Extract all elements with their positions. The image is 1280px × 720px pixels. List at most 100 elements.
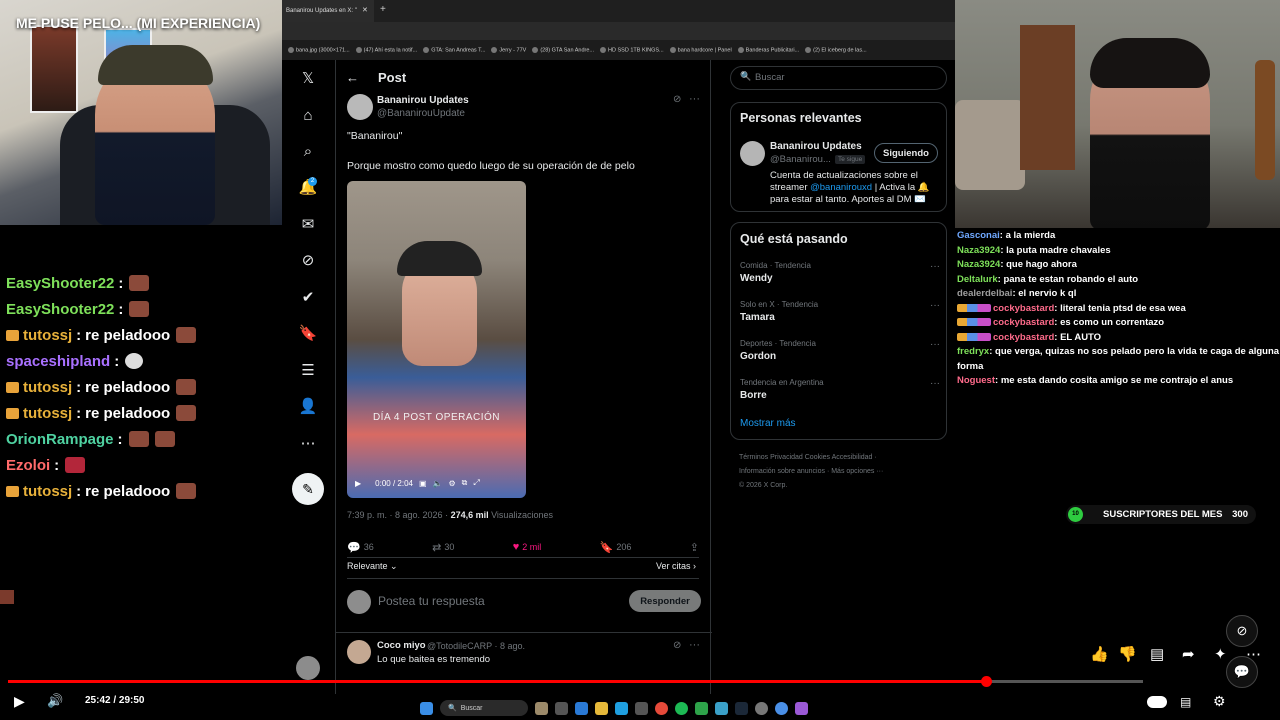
chat-username[interactable]: Gasconai (957, 230, 1000, 241)
tweet-timestamp[interactable]: 7:39 p. m. · 8 ago. 2026 · (347, 510, 451, 520)
play-icon[interactable]: ▶ (14, 693, 25, 710)
more-options-icon[interactable]: ··· (689, 93, 700, 105)
chat-username[interactable]: tutossj (23, 405, 72, 422)
chat-username[interactable]: Naza3924 (957, 245, 1000, 256)
app-icon[interactable] (775, 701, 788, 715)
bookmark-item[interactable]: (2) El iceberg de las... (805, 46, 867, 53)
bookmarks-icon[interactable]: 🔖 (292, 321, 324, 345)
tweet-video[interactable]: DÍA 4 POST OPERACIÓN ▶ 0:00 / 2:04 ▣ 🔈 ⚙… (347, 181, 526, 498)
x-logo-icon[interactable]: 𝕏 (292, 66, 324, 90)
chat-username[interactable]: cockybastard (993, 317, 1054, 328)
bookmark-item[interactable]: (47) Ahí esta la notif... (355, 46, 417, 53)
author-handle[interactable]: @BananirouUpdate (377, 108, 465, 119)
sort-replies-dropdown[interactable]: Relevante ⌄ (347, 561, 398, 572)
chat-username[interactable]: cockybastard (993, 303, 1054, 314)
app-icon[interactable] (635, 701, 648, 715)
comment-author-handle[interactable]: @TotodileCARP · 8 ago. (427, 641, 525, 651)
taskbar-search[interactable]: 🔍 Buscar (440, 700, 528, 716)
like-icon[interactable]: 👍 (1090, 645, 1109, 663)
bookmark-item[interactable]: bana hardcore | Panel (669, 46, 732, 53)
fullscreen-icon[interactable]: ⤢ (473, 478, 479, 488)
grok-icon[interactable]: ⊘ (673, 640, 681, 651)
more-options-icon[interactable]: ··· (930, 339, 940, 350)
spotify-icon[interactable] (675, 701, 688, 715)
search-icon[interactable]: ⌕ (292, 139, 324, 163)
trend-item[interactable]: Tendencia en Argentina Borre ··· (740, 378, 940, 401)
relevant-name[interactable]: Bananirou Updates (770, 141, 862, 152)
chat-username[interactable]: Ezoloi (6, 457, 50, 474)
sparkle-icon[interactable]: ✦ (1214, 645, 1227, 663)
more-options-icon[interactable]: ··· (930, 300, 940, 311)
app-icon[interactable] (695, 701, 708, 715)
app-icon[interactable] (795, 701, 808, 715)
show-more-link[interactable]: Mostrar más (740, 418, 796, 429)
comment-author-name[interactable]: Coco miyo (377, 640, 426, 651)
app-icon[interactable] (715, 701, 728, 715)
author-name[interactable]: Bananirou Updates (377, 95, 469, 106)
edge-icon[interactable] (615, 701, 628, 715)
chat-username[interactable]: Naza3924 (957, 259, 1000, 270)
chat-username[interactable]: OrionRampage (6, 431, 114, 448)
dislike-icon[interactable]: 👎 (1118, 645, 1137, 663)
more-icon[interactable]: ⋯ (292, 431, 324, 455)
bookmark-item[interactable]: Jerry - 77V (491, 46, 526, 53)
address-bar[interactable] (282, 22, 955, 40)
author-avatar[interactable] (347, 94, 373, 120)
lists-icon[interactable]: ☰ (292, 358, 324, 382)
chat-username[interactable]: Deltalurk (957, 274, 998, 285)
relevant-avatar[interactable] (740, 141, 765, 166)
chat-username[interactable]: cockybastard (993, 332, 1054, 343)
settings-icon[interactable]: ⚙ (1213, 693, 1226, 710)
volume-icon[interactable]: 🔊 (47, 693, 63, 709)
close-icon[interactable]: ✕ (362, 6, 368, 14)
footer-links[interactable]: Términos Privacidad Cookies Accesibilida… (739, 454, 877, 461)
chat-username[interactable]: Noguest (957, 375, 995, 386)
sponsor-icon[interactable]: ⊘ (1226, 615, 1258, 647)
view-quotes-link[interactable]: Ver citas › (656, 561, 696, 571)
repost-button[interactable]: ⇄ 30 (432, 540, 454, 554)
progress-scrubber[interactable] (980, 676, 992, 687)
captions-icon[interactable]: ▤ (1180, 695, 1191, 709)
app-icon[interactable] (755, 701, 768, 715)
like-button[interactable]: ♥ 2 mil (513, 540, 542, 554)
steam-icon[interactable] (735, 701, 748, 715)
more-options-icon[interactable]: ··· (689, 639, 700, 651)
chrome-icon[interactable] (655, 701, 668, 715)
bookmark-item[interactable]: bana.jpg (3000×171... (288, 46, 350, 53)
chat-username[interactable]: tutossj (23, 483, 72, 500)
profile-icon[interactable]: 👤 (292, 394, 324, 418)
volume-icon[interactable]: 🔈 (433, 479, 443, 488)
chat-username[interactable]: fredryx (957, 346, 989, 357)
communities-icon[interactable]: ✔ (292, 285, 324, 309)
chat-username[interactable]: tutossj (23, 379, 72, 396)
reply-button[interactable]: 💬 36 (347, 540, 374, 554)
reply-submit-button[interactable]: Responder (629, 590, 701, 612)
bookmark-item[interactable]: Banderas Publicitari... (737, 46, 799, 53)
relevant-handle[interactable]: @Bananirou... (770, 154, 831, 165)
chat-username[interactable]: tutossj (23, 327, 72, 344)
bookmark-button[interactable]: 🔖 206 (600, 540, 632, 554)
task-view-icon[interactable] (555, 701, 568, 715)
trend-item[interactable]: Comida · Tendencia Wendy ··· (740, 261, 940, 284)
chat-username[interactable]: EasyShooter22 (6, 275, 114, 292)
autoplay-toggle[interactable] (1147, 696, 1167, 708)
mention-link[interactable]: @bananirouxd (810, 182, 872, 193)
messages-icon[interactable]: ✉ (292, 212, 324, 236)
grok-icon[interactable]: ⊘ (292, 248, 324, 272)
widget-icon[interactable] (535, 701, 548, 715)
captions-icon[interactable]: ▣ (419, 479, 427, 488)
reply-input[interactable]: Postea tu respuesta (378, 594, 485, 608)
more-icon[interactable]: ⋯ (1246, 645, 1261, 663)
bookmark-item[interactable]: GTA: San Andreas T... (423, 46, 485, 53)
share-button[interactable]: ⇪ (690, 540, 699, 554)
share-icon[interactable]: ➦ (1182, 645, 1195, 663)
comments-icon[interactable]: ▤ (1150, 645, 1164, 663)
footer-links[interactable]: Información sobre anuncios · Más opcione… (739, 468, 883, 475)
account-avatar[interactable] (296, 656, 320, 680)
browser-tab-active[interactable]: Bananirou Updates en X: " ✕ (282, 0, 374, 22)
trend-item[interactable]: Solo en X · Tendencia Tamara ··· (740, 300, 940, 323)
file-explorer-icon[interactable] (595, 701, 608, 715)
play-icon[interactable]: ▶ (355, 479, 361, 488)
bookmark-item[interactable]: HD SSD 1TB KINGS... (600, 46, 664, 53)
pip-icon[interactable]: ⧉ (462, 478, 468, 488)
